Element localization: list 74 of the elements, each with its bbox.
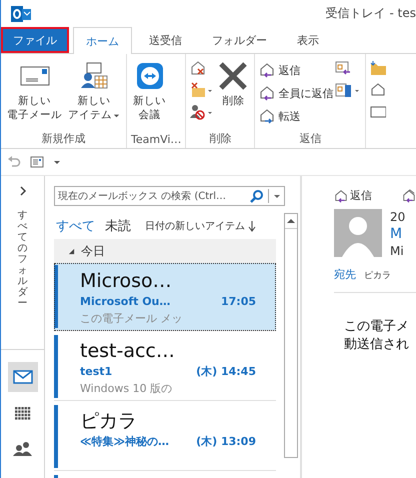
to-label: 宛先 bbox=[334, 267, 356, 282]
message-item[interactable]: test-acc… test1 (木) 14:45 Windows 10 版の bbox=[54, 333, 276, 401]
person-calendar-icon bbox=[79, 61, 109, 91]
more-respond-icon[interactable] bbox=[335, 82, 362, 98]
dropdown-icon[interactable] bbox=[273, 192, 281, 200]
window-title: 受信トレイ - tes bbox=[326, 5, 416, 22]
delete-x-icon bbox=[218, 61, 248, 91]
all-folders-label[interactable]: すべてのフォルダー bbox=[18, 210, 28, 309]
new-meeting-button[interactable]: 新しい 会議 bbox=[131, 57, 168, 129]
reply-all-icon bbox=[259, 85, 276, 101]
ribbon-tab[interactable]: フォルダー bbox=[199, 27, 280, 53]
group-label: TeamVi… bbox=[131, 133, 182, 146]
group-label: 削除 bbox=[208, 131, 232, 146]
sender-name: Microso… bbox=[80, 269, 173, 293]
message-time: 17:05 bbox=[220, 294, 256, 310]
new-email-button[interactable]: 新しい 電子メール bbox=[5, 57, 64, 129]
down-arrow-icon bbox=[248, 220, 256, 232]
reply-button[interactable]: 返信 bbox=[259, 60, 334, 80]
people-icon bbox=[12, 442, 32, 456]
search-field[interactable]: 現在のメールボックス の検索 (Ctrl… bbox=[54, 186, 285, 206]
ribbon-tab[interactable]: 表示 bbox=[284, 27, 332, 53]
avatar-icon bbox=[334, 209, 382, 257]
sender-address: Mi bbox=[390, 243, 405, 259]
sender-name: M bbox=[390, 225, 404, 243]
message-item[interactable]: Microso… Microsoft Ou… 17:05 この電子メール メッ bbox=[54, 263, 276, 331]
group-header[interactable]: 今日 bbox=[54, 239, 276, 263]
message-body-line: この電子メ bbox=[344, 318, 410, 335]
reply-button[interactable]: 返信 bbox=[334, 188, 416, 203]
forward-icon bbox=[259, 108, 276, 124]
ignore-icon[interactable] bbox=[190, 104, 214, 120]
caret-icon bbox=[113, 112, 120, 119]
reply-all-button[interactable]: 全員に返信 bbox=[259, 83, 334, 103]
forward-button[interactable]: 転送 bbox=[259, 106, 334, 126]
message-preview: Windows 10 版の bbox=[80, 381, 174, 396]
delete-button[interactable]: 削除 bbox=[216, 57, 250, 129]
message-date: 20 bbox=[390, 209, 406, 225]
reply-icon bbox=[259, 62, 276, 78]
filter-tab[interactable]: すべて bbox=[56, 217, 95, 235]
message-subject: ≪特集≫神秘の… bbox=[80, 434, 170, 450]
message-item[interactable]: ピカラ ≪特集≫神秘の… (木) 13:09 bbox=[54, 403, 276, 471]
mail-nav-button[interactable] bbox=[8, 362, 38, 392]
filter-tab[interactable]: 未読 bbox=[105, 217, 131, 235]
teamviewer-icon bbox=[134, 61, 164, 91]
message-time: (木) 14:45 bbox=[196, 364, 256, 380]
send-receive-icon[interactable] bbox=[29, 154, 45, 170]
junk-icon[interactable] bbox=[190, 82, 214, 98]
up-triangle-icon bbox=[287, 218, 295, 224]
recipient-name: ピカラ bbox=[364, 270, 391, 282]
ribbon-tab[interactable]: ホーム bbox=[73, 27, 132, 54]
reply-icon bbox=[334, 188, 348, 202]
collapse-triangle-icon bbox=[68, 248, 75, 254]
search-icon[interactable] bbox=[250, 189, 264, 203]
message-time: (木) 13:09 bbox=[196, 434, 256, 450]
ribbon-tab[interactable]: 送受信 bbox=[136, 27, 195, 53]
sender-name: ピカラ bbox=[80, 409, 138, 433]
calendar-icon bbox=[14, 406, 30, 420]
message-body-line: 動送信され bbox=[344, 336, 410, 353]
file-tab[interactable]: ファイル bbox=[1, 27, 69, 53]
folder-icon[interactable] bbox=[370, 60, 386, 76]
mail-icon bbox=[12, 370, 32, 384]
reply-all-icon[interactable] bbox=[402, 189, 416, 203]
outlook-logo-icon bbox=[11, 4, 31, 24]
group-label: 返信 bbox=[298, 131, 322, 146]
new-item-button[interactable]: 新しい アイテム bbox=[66, 57, 122, 129]
message-preview: この電子メール メッ bbox=[80, 311, 184, 326]
sort-button[interactable]: 日付の新しいアイテム bbox=[145, 219, 256, 233]
message-subject: Microsoft Ou… bbox=[80, 294, 170, 310]
meeting-reply-icon[interactable] bbox=[335, 60, 352, 76]
cleanup-icon[interactable] bbox=[190, 60, 206, 76]
message-subject: test1 bbox=[80, 364, 112, 380]
group-label: 新規作成 bbox=[40, 131, 86, 146]
customize-dropdown-icon[interactable] bbox=[53, 158, 61, 166]
expand-chevron-icon[interactable] bbox=[18, 186, 26, 196]
sender-name: test-acc… bbox=[80, 339, 176, 363]
